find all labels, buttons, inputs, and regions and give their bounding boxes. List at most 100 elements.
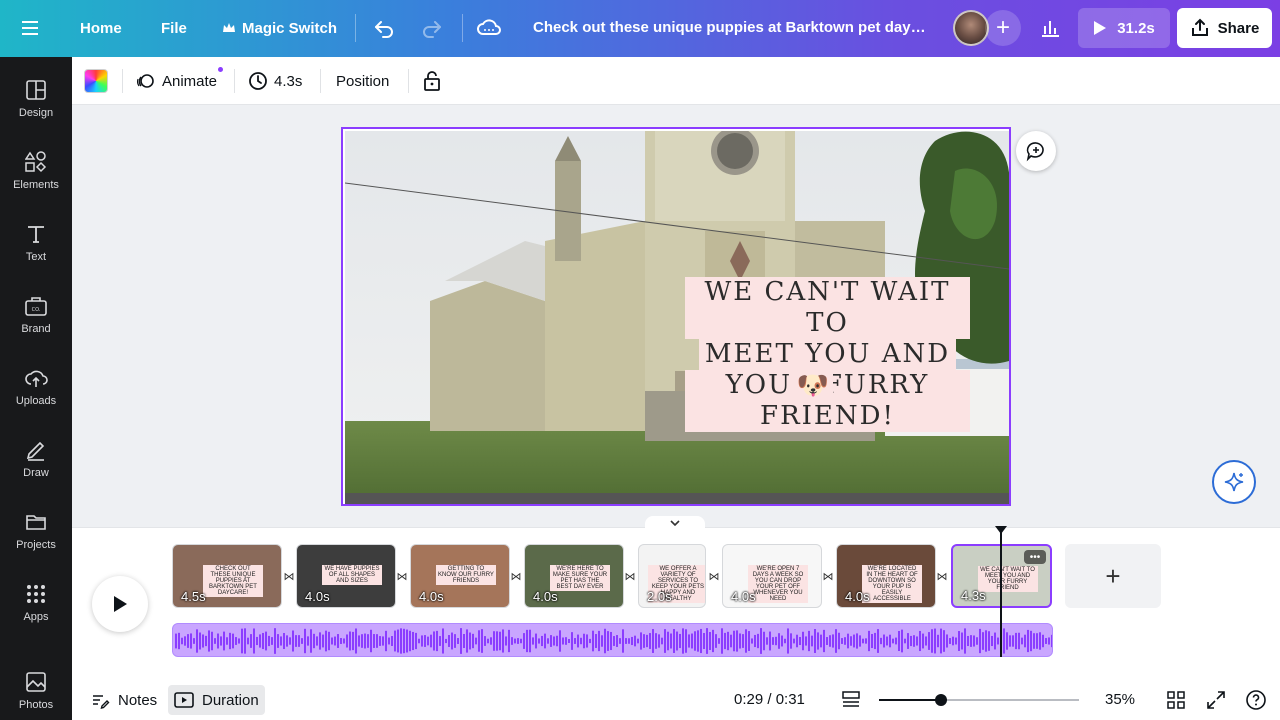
sidebar-item-label: Text [25,251,47,263]
timeline-clip[interactable]: WE'RE HERE TO MAKE SURE YOUR PET HAS THE… [524,544,624,608]
clip-caption: CHECK OUT THESE UNIQUE PUPPIES AT BARKTO… [203,565,263,597]
zoom-slider[interactable] [879,694,1079,706]
timeline-clip[interactable]: CHECK OUT THESE UNIQUE PUPPIES AT BARKTO… [172,544,282,608]
file-menu-button[interactable]: File [149,8,199,48]
video-duration-icon [174,692,194,708]
home-button[interactable]: Home [68,8,134,48]
waveform-bar [544,633,546,649]
sidebar-item-text[interactable]: Text [0,215,72,279]
transition-icon[interactable]: ⋈ [935,569,949,583]
lock-icon[interactable] [422,69,442,93]
collapse-timeline-button[interactable] [645,516,705,530]
sidebar-item-brand[interactable]: CO. Brand [0,287,72,351]
dog-emoji[interactable]: 🐶 [793,367,833,403]
timeline-clip[interactable]: WE'RE OPEN 7 DAYS A WEEK SO YOU CAN DROP… [722,544,822,608]
waveform-bar [742,634,744,648]
magic-switch-button[interactable]: Magic Switch [210,8,349,48]
timeline-clip[interactable]: WE HAVE PUPPIES OF ALL SHAPES AND SIZES 4… [296,544,396,608]
share-button[interactable]: Share [1177,8,1272,48]
design-icon [23,77,49,103]
help-icon[interactable] [1244,688,1268,712]
waveform-bar [760,628,762,654]
sidebar-item-label: Elements [13,179,59,191]
duration-toggle-button[interactable]: Duration [168,685,265,715]
waveform-bar [526,629,528,653]
waveform-bar [679,633,681,649]
timeline-clip[interactable]: WE'RE LOCATED IN THE HEART OF DOWNTOWN S… [836,544,936,608]
color-picker-swatch[interactable] [84,69,108,93]
transition-icon[interactable]: ⋈ [509,569,523,583]
playhead-handle[interactable] [994,522,1008,534]
invite-plus-button[interactable]: + [985,10,1021,46]
sidebar-item-photos[interactable]: Photos [0,663,72,720]
waveform-bar [835,629,837,653]
redo-icon[interactable] [420,16,444,45]
canvas-page[interactable]: WE CAN'T WAIT TO MEET YOU AND YOUR FURRY… [341,127,1011,506]
transition-icon[interactable]: ⋈ [395,569,409,583]
sidebar-item-projects[interactable]: Projects [0,503,72,567]
divider [355,14,356,42]
zoom-slider-handle[interactable] [935,694,947,706]
play-duration: 31.2s [1117,19,1155,37]
transition-icon[interactable]: ⋈ [821,569,835,583]
transition-icon[interactable]: ⋈ [282,569,296,583]
fullscreen-icon[interactable] [1204,688,1228,712]
menu-icon[interactable] [22,18,50,38]
duration-label: Duration [202,691,259,709]
add-comment-button[interactable] [1016,131,1056,171]
magic-assistant-button[interactable] [1212,460,1256,504]
add-page-button[interactable]: + [1065,544,1161,608]
waveform-bar [1024,634,1026,648]
sidebar-item-design[interactable]: Design [0,71,72,135]
waveform-bar [658,634,660,648]
waveform-bar [277,634,279,648]
playhead[interactable] [1000,527,1002,657]
waveform-bar [460,628,462,654]
grid-view-icon[interactable] [1164,688,1188,712]
sidebar-item-uploads[interactable]: Uploads [0,359,72,423]
document-title[interactable]: Check out these unique puppies at Barkto… [533,19,928,36]
sidebar-item-elements[interactable]: Elements [0,143,72,207]
waveform-bar [994,632,996,650]
stats-icon[interactable] [1034,12,1066,44]
zoom-percent[interactable]: 35% [1105,691,1135,708]
avatar[interactable] [953,10,989,46]
context-toolbar: Animate 4.3s Position [72,57,1280,105]
caption-text-box[interactable]: WE CAN'T WAIT TO MEET YOU AND YOUR FURRY… [685,277,970,432]
waveform-bar [844,637,846,645]
transition-icon[interactable]: ⋈ [623,569,637,583]
audio-track[interactable] [172,623,1053,657]
clip-duration: 4.0s [305,589,330,604]
cloud-icon[interactable] [476,16,502,45]
waveform-bar [1012,635,1014,647]
waveform-bar [199,632,201,650]
waveform-bar [631,636,633,646]
sidebar-item-draw[interactable]: Draw [0,431,72,495]
position-button[interactable]: Position [336,69,389,93]
sidebar-item-apps[interactable]: Apps [0,575,72,639]
waveform-bar [394,630,396,652]
waveform-bar [529,629,531,653]
waveform-bar [454,634,456,648]
present-play-button[interactable]: 31.2s [1078,8,1170,48]
waveform-bar [628,638,630,644]
waveform-bar [358,635,360,647]
waveform-bar [493,631,495,651]
waveform-bar [997,637,999,645]
waveform-bar [622,629,624,653]
waveform-bar [799,636,801,646]
waveform-bar [895,637,897,645]
page-layout-icon[interactable] [839,688,863,712]
waveform-bar [853,634,855,648]
timeline-play-button[interactable] [92,576,148,632]
notes-button[interactable]: Notes [84,685,163,715]
timeline-clip[interactable]: GETTING TO KNOW OUR FURRY FRIENDS 4.0s [410,544,510,608]
timeline-clip[interactable]: WE OFFER A VARIETY OF SERVICES TO KEEP Y… [638,544,706,608]
undo-icon[interactable] [372,16,396,45]
more-options-icon[interactable]: ••• [1024,550,1046,564]
duration-button[interactable]: 4.3s [248,69,302,93]
animate-button[interactable]: Animate [136,67,224,93]
transition-icon[interactable]: ⋈ [707,569,721,583]
waveform-bar [661,637,663,645]
waveform-bar [748,631,750,651]
